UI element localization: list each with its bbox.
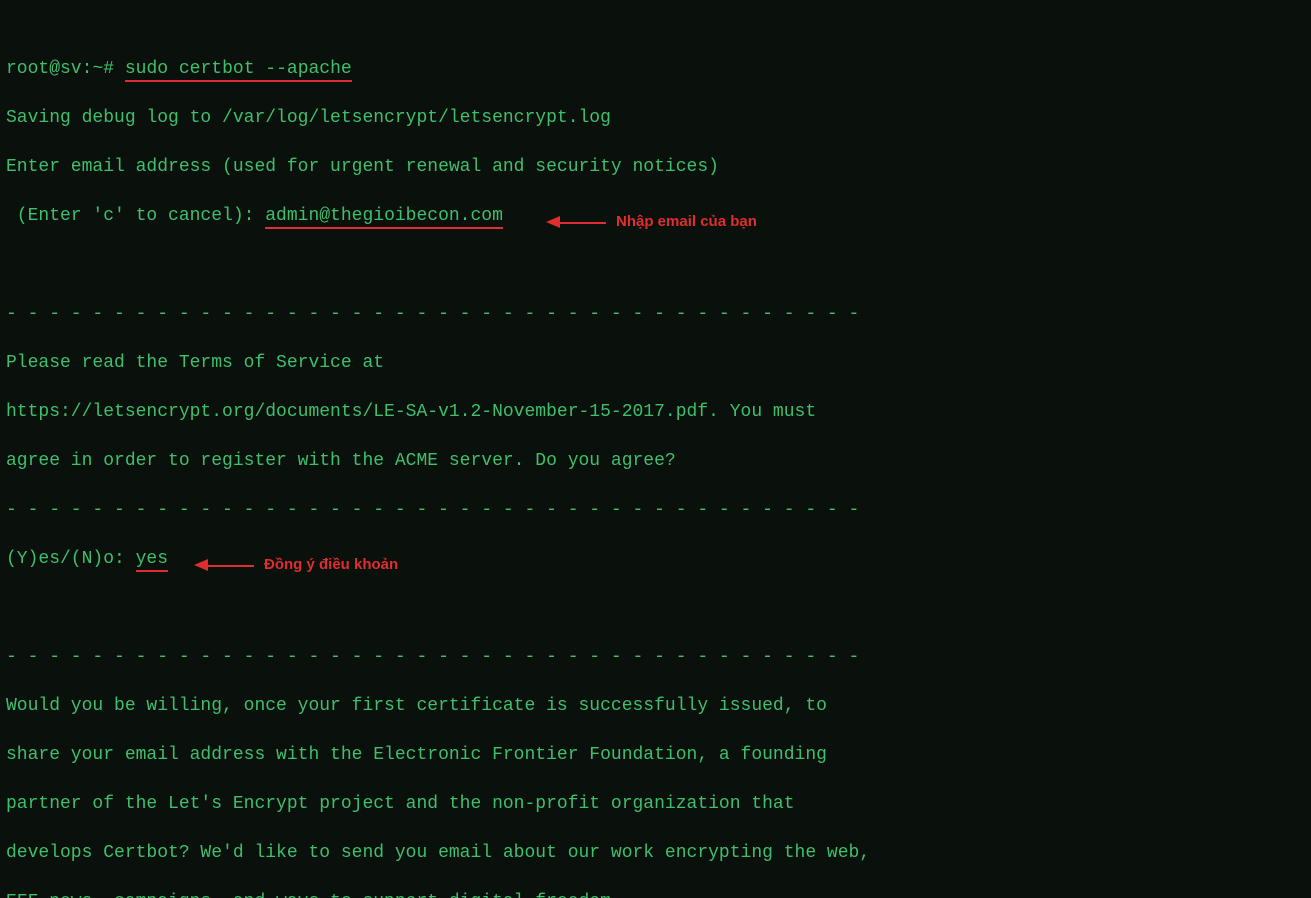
separator-line: - - - - - - - - - - - - - - - - - - - - …	[6, 498, 1305, 523]
command-text: sudo certbot --apache	[125, 59, 352, 82]
output-line: develops Certbot? We'd like to send you …	[6, 841, 1305, 866]
output-line: Saving debug log to /var/log/letsencrypt…	[6, 106, 1305, 131]
output-line: agree in order to register with the ACME…	[6, 449, 1305, 474]
arrow-icon	[194, 560, 254, 570]
email-prompt: (Enter 'c' to cancel):	[6, 206, 265, 226]
output-line: Please read the Terms of Service at	[6, 351, 1305, 376]
output-line: (Enter 'c' to cancel): admin@thegioibeco…	[6, 204, 1305, 229]
annotation-label: Nhập email của bạn	[616, 210, 757, 235]
output-line: (Y)es/(N)o: yes Đồng ý điều khoản	[6, 547, 1305, 572]
annotation-label: Đồng ý điều khoản	[264, 553, 398, 578]
email-input-value: admin@thegioibecon.com	[265, 206, 503, 229]
prompt-userhost: root@sv	[6, 59, 82, 79]
output-line: https://letsencrypt.org/documents/LE-SA-…	[6, 400, 1305, 425]
prompt-cwd: ~	[92, 59, 103, 79]
prompt-symbol: #	[103, 59, 114, 79]
annotation-agree: Đồng ý điều khoản	[194, 553, 398, 578]
output-line: Would you be willing, once your first ce…	[6, 694, 1305, 719]
output-line: EFF news, campaigns, and ways to support…	[6, 890, 1305, 898]
arrow-icon	[546, 217, 606, 227]
yes-input-value: yes	[136, 549, 168, 572]
output-line: share your email address with the Electr…	[6, 743, 1305, 768]
terminal-output: root@sv:~# sudo certbot --apache Saving …	[0, 0, 1311, 898]
annotation-email: Nhập email của bạn	[546, 210, 757, 235]
output-line: partner of the Let's Encrypt project and…	[6, 792, 1305, 817]
separator-line: - - - - - - - - - - - - - - - - - - - - …	[6, 302, 1305, 327]
output-line: Enter email address (used for urgent ren…	[6, 155, 1305, 180]
prompt-line: root@sv:~# sudo certbot --apache	[6, 57, 1305, 82]
separator-line: - - - - - - - - - - - - - - - - - - - - …	[6, 645, 1305, 670]
yesno-prompt: (Y)es/(N)o:	[6, 549, 136, 569]
